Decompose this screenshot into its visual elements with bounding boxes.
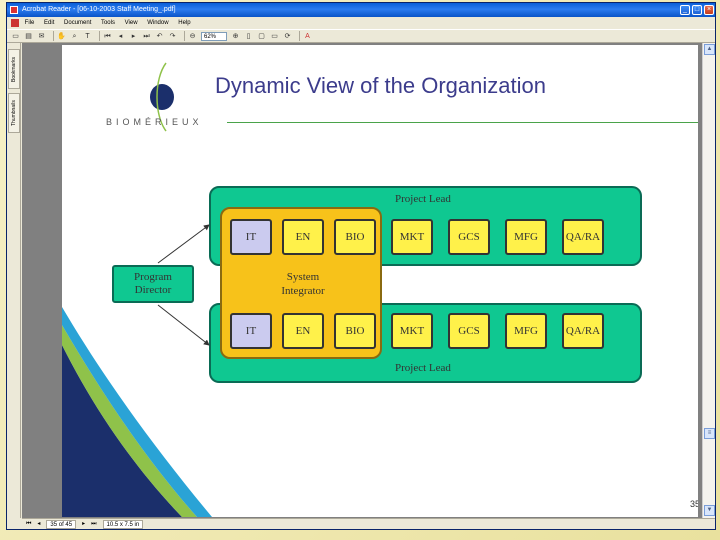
thumbnails-tab[interactable]: Thumbnails — [8, 93, 20, 133]
bookmarks-tab[interactable]: Bookmarks — [8, 49, 20, 89]
page-size-indicator: 10.5 x 7.5 in — [102, 520, 144, 529]
first-page-status-icon[interactable]: ⏮ — [26, 519, 31, 530]
menu-window[interactable]: Window — [147, 20, 168, 26]
scroll-thumb[interactable]: ≡ — [704, 428, 715, 439]
last-page-icon[interactable]: ⏭ — [142, 32, 151, 41]
acrobat-app-icon — [10, 6, 18, 14]
menu-view[interactable]: View — [125, 20, 138, 26]
zoom-out-icon[interactable]: ⊖ — [188, 32, 197, 41]
zoom-tool-icon[interactable]: ⌕ — [70, 32, 79, 41]
arrow-to-bottom-lane — [157, 304, 210, 346]
pdf-page: BIOMÉRIEUX Dynamic View of the Organizat… — [62, 45, 698, 517]
first-page-icon[interactable]: ⏮ — [103, 32, 112, 41]
next-page-status-icon[interactable]: ▸ — [82, 519, 85, 530]
close-button[interactable]: × — [704, 5, 714, 15]
maximize-button[interactable]: □ — [692, 5, 702, 15]
go-forward-icon[interactable]: ↷ — [168, 32, 177, 41]
document-viewport[interactable]: BIOMÉRIEUX Dynamic View of the Organizat… — [22, 43, 702, 518]
fit-page-icon[interactable]: ▢ — [257, 32, 266, 41]
email-icon[interactable]: ✉ — [37, 32, 46, 41]
prev-page-status-icon[interactable]: ◂ — [37, 519, 40, 530]
status-bar: ⏮ ◂ 35 of 45 ▸ ⏭ 10.5 x 7.5 in — [22, 518, 715, 530]
toolbar-separator — [184, 31, 185, 41]
page-indicator[interactable]: 35 of 45 — [46, 520, 77, 529]
select-text-icon[interactable]: T — [83, 32, 92, 41]
vertical-scrollbar[interactable]: ▲ ≡ ▼ — [702, 43, 715, 518]
fit-width-icon[interactable]: ▭ — [270, 32, 279, 41]
toolbar-separator — [99, 31, 100, 41]
title-bar[interactable]: Acrobat Reader - [06-10-2003 Staff Meeti… — [7, 3, 715, 17]
scroll-up-icon[interactable]: ▲ — [704, 44, 715, 55]
navigation-pane-tabs: Bookmarks Thumbnails — [7, 43, 21, 518]
toolbar-separator — [299, 31, 300, 41]
rotate-icon[interactable]: ⟳ — [283, 32, 292, 41]
slide-page-number: 35 — [690, 499, 698, 509]
menu-tools[interactable]: Tools — [101, 20, 115, 26]
arrow-to-top-lane — [157, 224, 210, 264]
menu-file[interactable]: File — [25, 20, 35, 26]
zoom-in-icon[interactable]: ⊕ — [231, 32, 240, 41]
open-icon[interactable]: ▭ — [11, 32, 20, 41]
menu-bar: File Edit Document Tools View Window Hel… — [7, 17, 715, 29]
go-back-icon[interactable]: ↶ — [155, 32, 164, 41]
acrobat-reader-window: Acrobat Reader - [06-10-2003 Staff Meeti… — [6, 2, 716, 530]
connector-arrows — [157, 224, 210, 346]
zoom-level-field[interactable]: 62% — [201, 31, 227, 41]
toolbar: ▭ ▤ ✉ ✋ ⌕ T ⏮ ◂ ▸ ⏭ ↶ ↷ ⊖ 62% ⊕ ▯ ▢ ▭ ⟳ … — [7, 29, 715, 43]
menu-help[interactable]: Help — [178, 20, 190, 26]
hand-tool-icon[interactable]: ✋ — [57, 32, 66, 41]
window-title: Acrobat Reader - [06-10-2003 Staff Meeti… — [22, 6, 176, 13]
next-page-icon[interactable]: ▸ — [129, 32, 138, 41]
document-icon — [11, 19, 19, 27]
menu-edit[interactable]: Edit — [44, 20, 54, 26]
print-icon[interactable]: ▤ — [24, 32, 33, 41]
toolbar-separator — [53, 31, 54, 41]
adobe-logo-icon[interactable]: A — [303, 32, 312, 41]
minimize-button[interactable]: _ — [680, 5, 690, 15]
scroll-down-icon[interactable]: ▼ — [704, 505, 715, 516]
menu-document[interactable]: Document — [64, 20, 91, 26]
last-page-status-icon[interactable]: ⏭ — [91, 519, 96, 530]
actual-size-icon[interactable]: ▯ — [244, 32, 253, 41]
previous-page-icon[interactable]: ◂ — [116, 32, 125, 41]
